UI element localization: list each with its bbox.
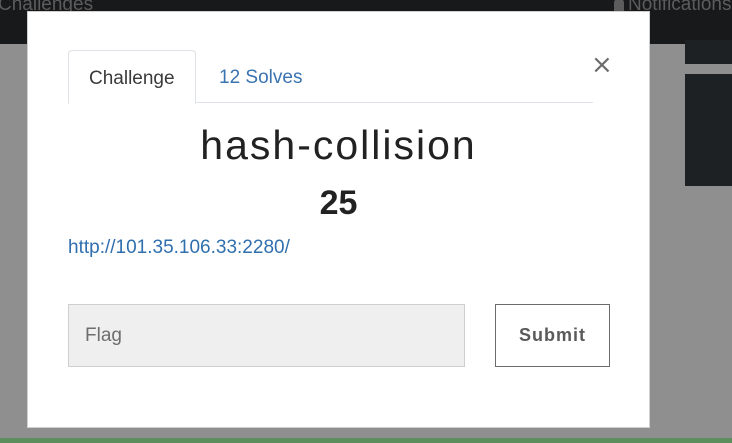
tab-challenge[interactable]: Challenge — [68, 50, 196, 104]
background-card — [685, 40, 732, 64]
challenge-url-link[interactable]: http://101.35.106.33:2280/ — [68, 237, 290, 259]
submit-button[interactable]: Submit — [495, 304, 610, 367]
modal-tabs: Challenge 12 Solves — [68, 50, 593, 104]
challenge-value: 25 — [319, 184, 358, 222]
tab-solves[interactable]: 12 Solves — [199, 50, 322, 103]
close-icon[interactable]: × — [591, 52, 613, 78]
challenge-modal: × Challenge 12 Solves hash-collision 25 … — [27, 11, 650, 428]
background-card — [685, 74, 732, 186]
flag-input[interactable] — [68, 304, 465, 367]
challenge-name: hash-collision — [200, 122, 477, 168]
background-strip — [0, 438, 732, 443]
